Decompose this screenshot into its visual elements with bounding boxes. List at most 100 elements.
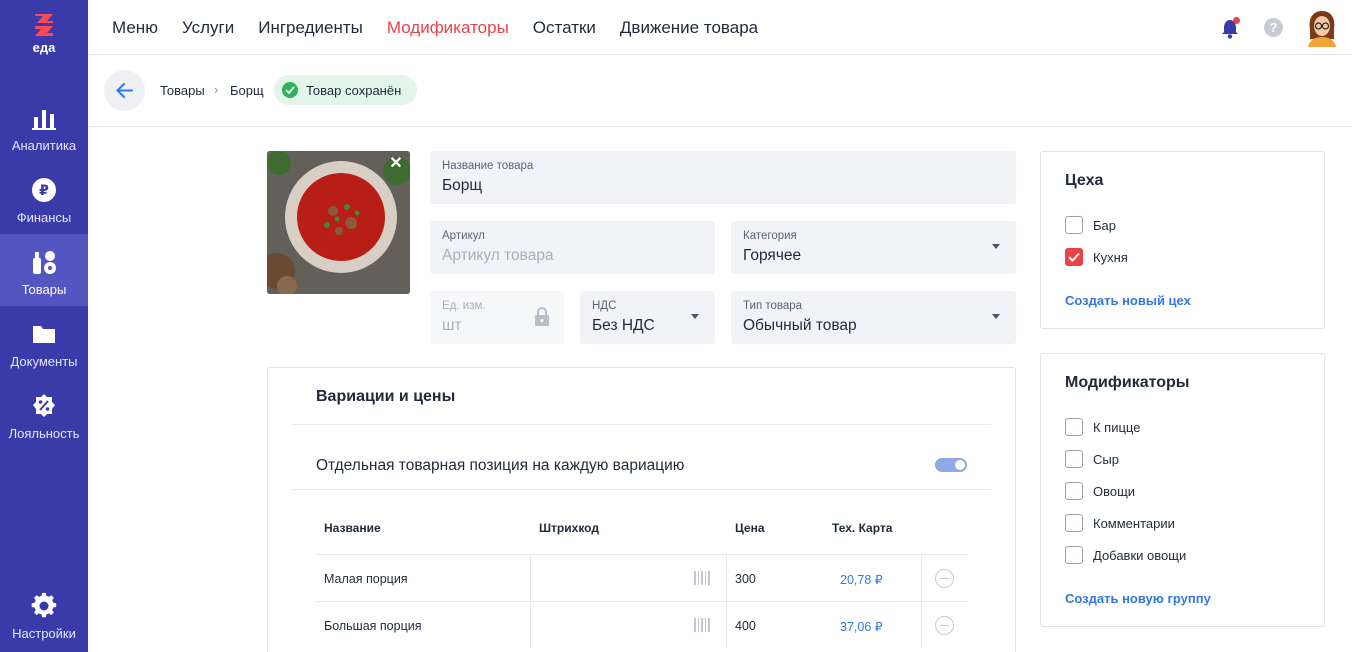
tech-card-link[interactable]: 37,06 ₽ [840, 619, 883, 634]
remove-variation-icon[interactable] [935, 616, 954, 635]
modifier-checkbox[interactable]: К пицце [1065, 418, 1140, 436]
back-button[interactable] [104, 70, 145, 111]
status-badge: Товар сохранён [274, 75, 418, 105]
checkbox-label: Сыр [1093, 451, 1119, 467]
variation-price[interactable]: 300 [735, 572, 756, 586]
separate-position-toggle[interactable] [935, 458, 967, 472]
unit-value: шт [442, 317, 462, 334]
checkbox-label: Кухня [1093, 249, 1128, 265]
check-icon [1068, 252, 1080, 262]
app-logo[interactable]: еда [0, 12, 88, 68]
column-header-price: Цена [735, 521, 765, 535]
cell-divider [530, 555, 531, 602]
sidebar-item-products[interactable]: Товары [0, 234, 88, 306]
barcode-icon[interactable] [694, 618, 712, 632]
category-select[interactable]: Категория Горячее [731, 221, 1016, 274]
modifier-checkbox[interactable]: Овощи [1065, 482, 1135, 500]
modifier-checkbox[interactable]: Добавки овощи [1065, 546, 1186, 564]
barcode-icon[interactable] [694, 571, 712, 585]
variation-name[interactable]: Большая порция [324, 619, 422, 633]
create-modifier-group-link[interactable]: Создать новую группу [1065, 591, 1211, 606]
checkbox[interactable] [1065, 450, 1083, 468]
checkbox-label: Комментарии [1093, 515, 1175, 531]
field-label: Артикул [442, 230, 485, 242]
topnav-item-movement[interactable]: Движение товара [620, 18, 758, 38]
topnav-item-ingredients[interactable]: Ингредиенты [258, 18, 363, 38]
variation-name[interactable]: Малая порция [324, 572, 408, 586]
cell-divider [726, 602, 727, 649]
check-circle-icon [282, 82, 298, 98]
variations-title: Вариации и цены [316, 388, 456, 405]
logo-text: еда [32, 40, 56, 55]
checkbox-label: Овощи [1093, 483, 1136, 499]
workshops-card: Цеха Бар Кухня Создать новый цех [1040, 151, 1325, 329]
sidebar-item-settings[interactable]: Настройки [0, 578, 88, 650]
status-text: Товар сохранён [306, 82, 402, 98]
divider [292, 489, 991, 490]
discount-badge-icon [33, 394, 55, 417]
vat-select[interactable]: НДС Без НДС [580, 291, 715, 344]
sidebar-item-loyalty[interactable]: Лояльность [0, 378, 88, 450]
sidebar-item-documents[interactable]: Документы [0, 306, 88, 378]
field-label: Ед. изм. [442, 300, 486, 312]
sku-field[interactable]: Артикул Артикул товара [430, 221, 715, 274]
sidebar-item-label: Финансы [16, 210, 72, 225]
product-name-field[interactable]: Название товара Борщ [430, 151, 1016, 204]
separate-position-label: Отдельная товарная позиция на каждую вар… [316, 457, 685, 474]
help-icon[interactable]: ? [1264, 18, 1283, 37]
cell-divider [726, 555, 727, 602]
tech-card-link[interactable]: 20,78 ₽ [840, 572, 883, 587]
sidebar-item-label: Аналитика [11, 138, 77, 153]
workshops-title: Цеха [1065, 172, 1104, 189]
remove-photo-icon[interactable]: ✕ [389, 156, 403, 172]
column-header-name: Название [324, 521, 381, 535]
topnav-item-menu[interactable]: Меню [112, 18, 158, 38]
modifier-checkbox[interactable]: Сыр [1065, 450, 1119, 468]
product-type-select[interactable]: Тип товара Обычный товар [731, 291, 1016, 344]
sidebar-item-finance[interactable]: ₽ Финансы [0, 162, 88, 234]
checkbox-label: Бар [1093, 217, 1116, 233]
sidebar-item-label: Настройки [12, 626, 76, 641]
variation-price[interactable]: 400 [735, 619, 756, 633]
ruble-icon: ₽ [32, 178, 56, 202]
caret-down-icon [992, 244, 1000, 249]
avatar[interactable] [1304, 9, 1340, 47]
sidebar-item-label: Товары [21, 282, 67, 297]
breadcrumb-current: Борщ [230, 83, 264, 98]
modifier-checkbox[interactable]: Комментарии [1065, 514, 1175, 532]
field-label: Категория [743, 230, 797, 242]
table-row: Большая порция 400 37,06 ₽ [316, 601, 968, 649]
checkbox-label: Добавки овощи [1093, 547, 1187, 563]
checkbox[interactable] [1065, 248, 1083, 266]
topnav-item-stock[interactable]: Остатки [533, 18, 596, 38]
vat-value: Без НДС [592, 317, 655, 334]
arrow-left-icon [116, 83, 133, 98]
breadcrumb-bar: Товары › Борщ Товар сохранён [88, 55, 1352, 127]
logo-icon [35, 14, 53, 36]
product-type-value: Обычный товар [743, 317, 857, 334]
unit-field: Ед. изм. шт [430, 291, 564, 344]
workshop-checkbox-bar[interactable]: Бар [1065, 216, 1116, 234]
sidebar-item-label: Документы [10, 354, 78, 369]
topnav-item-services[interactable]: Услуги [182, 18, 234, 38]
checkbox[interactable] [1065, 418, 1083, 436]
checkbox[interactable] [1065, 216, 1083, 234]
topnav-item-modifiers[interactable]: Модификаторы [387, 18, 509, 38]
category-value: Горячее [743, 247, 802, 264]
workshop-checkbox-kitchen[interactable]: Кухня [1065, 248, 1128, 266]
cell-divider [921, 602, 922, 649]
notification-bell-icon[interactable] [1220, 16, 1242, 40]
field-label: НДС [592, 300, 617, 312]
create-workshop-link[interactable]: Создать новый цех [1065, 293, 1191, 308]
product-photo[interactable] [267, 151, 410, 294]
sidebar-item-analytics[interactable]: Аналитика [0, 90, 88, 162]
breadcrumb-separator: › [214, 82, 219, 97]
remove-variation-icon[interactable] [935, 569, 954, 588]
product-name-input[interactable]: Борщ [442, 177, 482, 195]
checkbox[interactable] [1065, 514, 1083, 532]
breadcrumb-products[interactable]: Товары [160, 83, 205, 98]
checkbox[interactable] [1065, 546, 1083, 564]
sku-input[interactable]: Артикул товара [442, 247, 554, 265]
checkbox[interactable] [1065, 482, 1083, 500]
variations-card: Вариации и цены Отдельная товарная позиц… [267, 367, 1016, 652]
